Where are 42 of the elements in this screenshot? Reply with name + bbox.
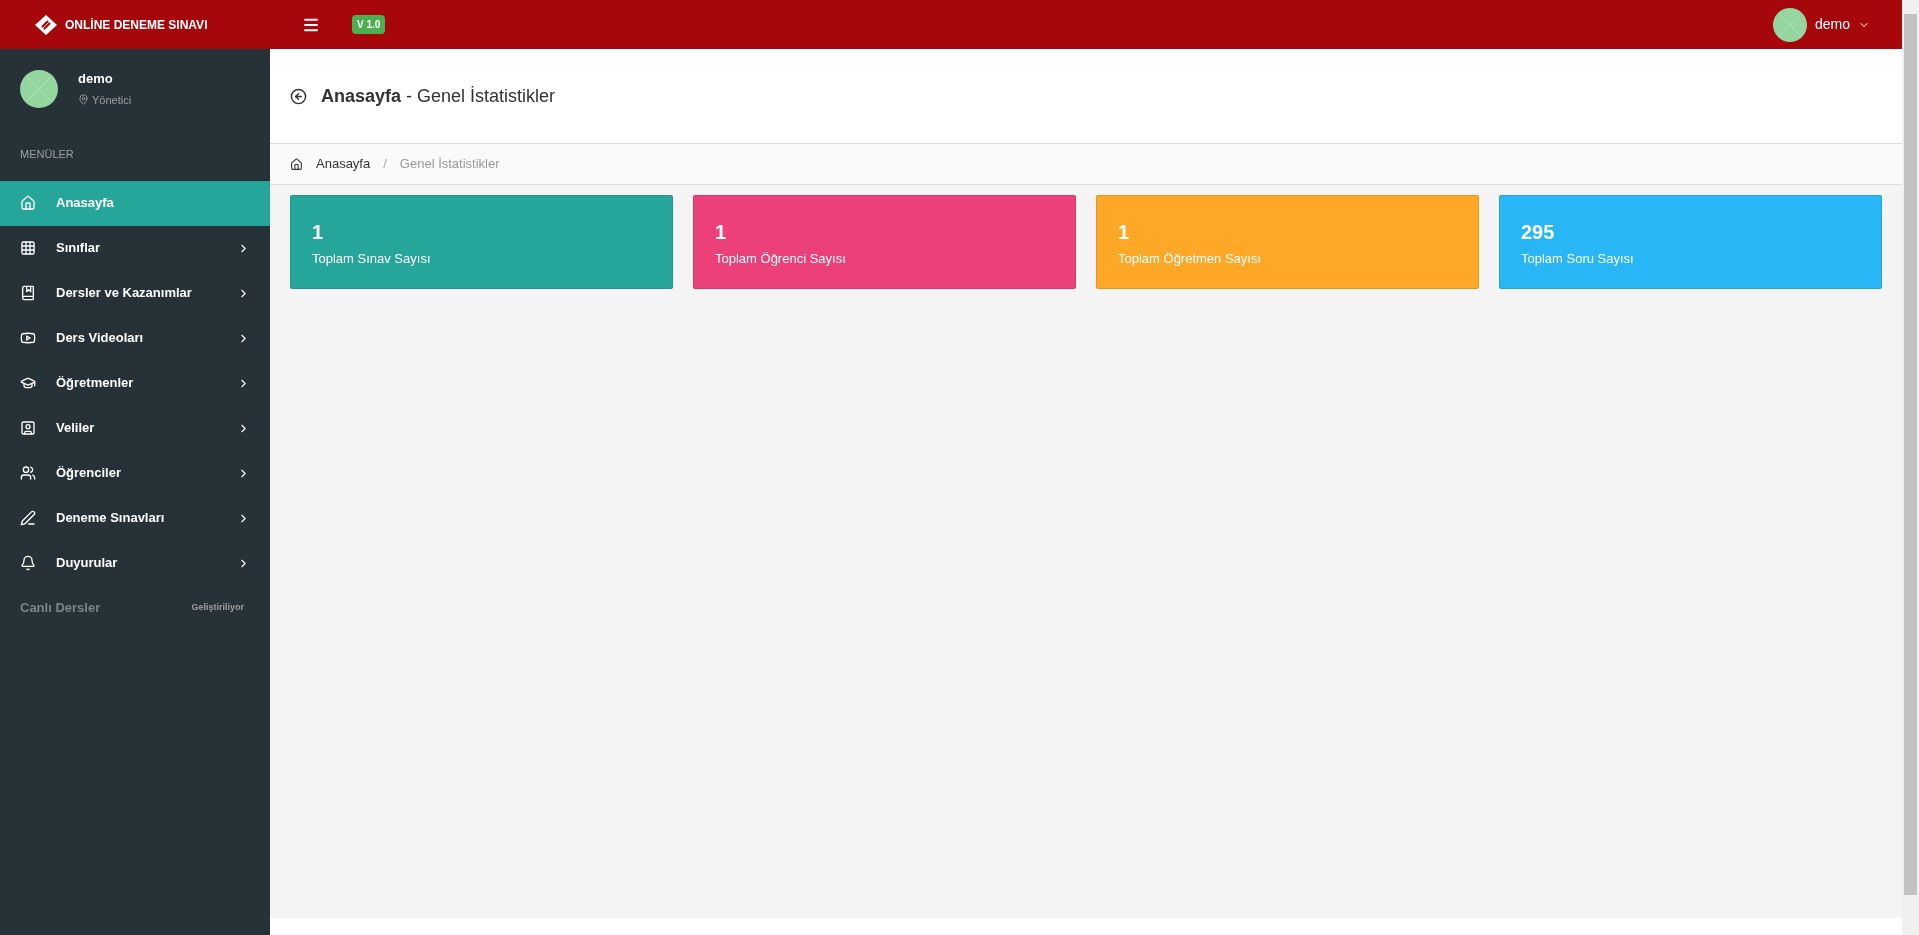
person-icon — [20, 420, 36, 436]
pen-icon — [20, 510, 36, 526]
stat-value: 295 — [1521, 220, 1556, 244]
user-name: demo — [78, 70, 114, 88]
stat-label: Toplam Soru Sayısı — [1521, 250, 1635, 268]
menu-item[interactable]: Duyurular — [0, 540, 270, 586]
stat-value: 1 — [1118, 220, 1131, 244]
stat-label: Toplam Öğretmen Sayısı — [1118, 250, 1263, 268]
section-heading: MENÜLER — [19, 147, 75, 162]
user-role: Yönetici — [92, 92, 132, 108]
menu-item[interactable]: Öğretmenler — [0, 360, 270, 406]
menu-item[interactable]: Ders Videoları — [0, 315, 270, 361]
version-badge: V 1.0 — [352, 15, 386, 34]
back-icon[interactable] — [290, 87, 307, 105]
menu-item[interactable]: Deneme Sınavları — [0, 495, 270, 541]
video-icon — [20, 330, 36, 346]
menu-item-disabled: Canlı Dersler — [20, 599, 102, 618]
breadcrumb-separator: / — [383, 155, 387, 174]
stat-value: 1 — [312, 220, 325, 244]
stat-value: 1 — [715, 220, 728, 244]
logo-icon — [35, 14, 57, 35]
location-pin-icon — [78, 94, 89, 106]
page-title: Anasayfa - Genel İstatistikler — [321, 84, 556, 108]
avatar-icon — [1772, 7, 1807, 42]
avatar-icon — [20, 69, 58, 108]
grid-icon — [20, 240, 36, 256]
menu-item[interactable]: Veliler — [0, 405, 270, 451]
menu-item[interactable]: Öğrenciler — [0, 450, 270, 496]
stat-label: Toplam Sınav Sayısı — [312, 250, 432, 268]
menu-item[interactable]: Dersler ve Kazanımlar — [0, 270, 270, 316]
menu-item[interactable]: Sınıflar — [0, 225, 270, 271]
development-note: Geliştiriliyor — [191, 601, 244, 615]
user-menu-button[interactable]: demo — [1772, 7, 1870, 42]
book-icon — [20, 285, 36, 301]
home-icon — [290, 157, 303, 171]
graduation-cap-icon — [20, 375, 36, 391]
users-icon — [20, 465, 36, 481]
breadcrumb-link[interactable]: Anasayfa — [316, 154, 371, 174]
bell-icon — [20, 555, 36, 571]
house-icon — [20, 195, 36, 211]
stat-label: Toplam Öğrenci Sayısı — [715, 250, 847, 268]
brand-name: ONLİNE DENEME SINAVI — [65, 16, 208, 34]
